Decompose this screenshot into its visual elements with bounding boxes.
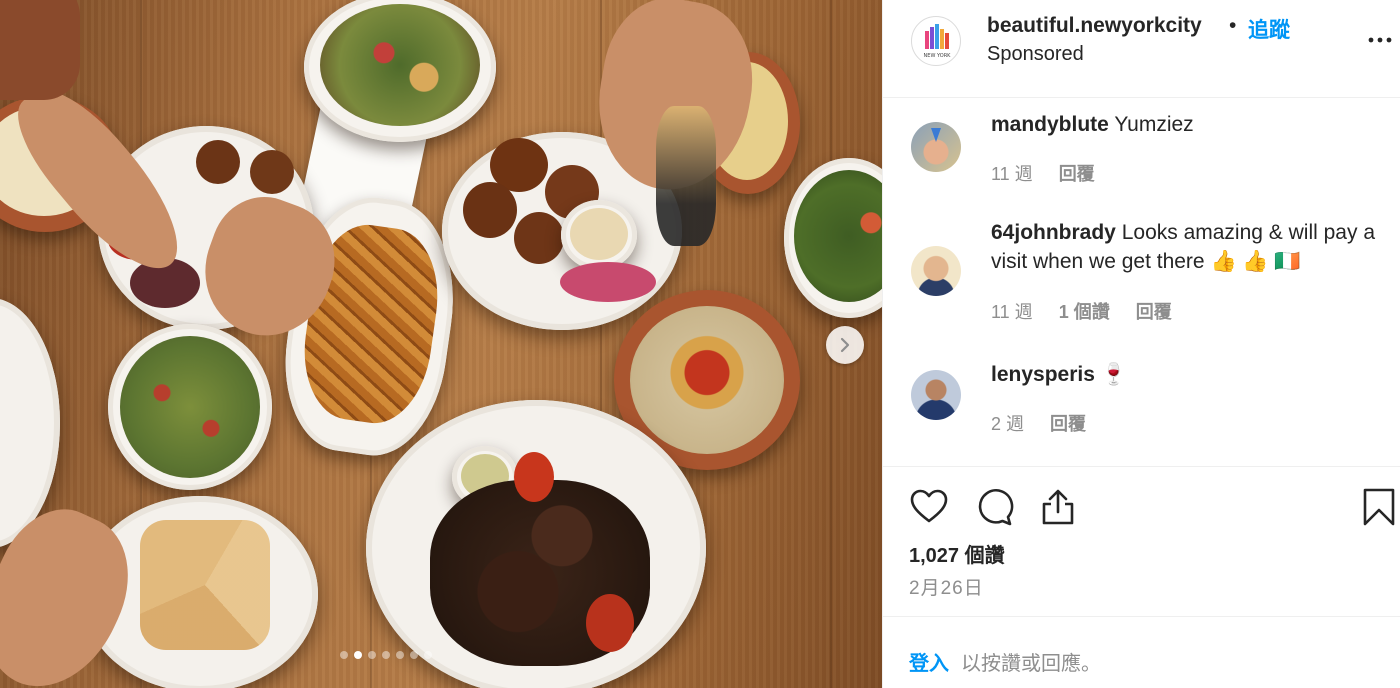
comment-meta: 11 週 1 個讚 回覆 bbox=[991, 298, 1172, 324]
separator-dot: • bbox=[1229, 14, 1237, 37]
fattoush-salad bbox=[320, 4, 480, 126]
carousel-dot bbox=[396, 651, 404, 659]
comment-text: 64johnbrady Looks amazing & will pay a v… bbox=[991, 218, 1400, 276]
account-username[interactable]: beautiful.newyorkcity bbox=[987, 14, 1202, 38]
login-prompt-text: 以按讚或回應。 bbox=[961, 653, 1101, 675]
oil-bottle bbox=[656, 106, 716, 246]
carousel-dot bbox=[354, 651, 362, 659]
comment-body: Yumziez bbox=[1108, 113, 1194, 136]
login-link[interactable]: 登入 bbox=[909, 647, 949, 676]
falafel bbox=[463, 182, 517, 238]
falafel bbox=[514, 212, 564, 264]
sponsored-label: Sponsored bbox=[987, 43, 1084, 65]
carousel-indicator bbox=[340, 651, 432, 659]
commenter-avatar[interactable] bbox=[911, 122, 961, 172]
comment-body: 🍷 bbox=[1094, 363, 1127, 386]
heart-icon[interactable] bbox=[909, 487, 949, 527]
post-header: NEW YORK beautiful.newyorkcity • 追蹤 Spon… bbox=[883, 0, 1400, 98]
carousel-dot bbox=[382, 651, 390, 659]
tahini bbox=[570, 208, 628, 260]
post-date[interactable]: 2月26日 bbox=[909, 573, 984, 600]
reply-button[interactable]: 回覆 bbox=[1136, 298, 1172, 324]
bookmark-icon[interactable] bbox=[1359, 487, 1399, 527]
comment-icon[interactable] bbox=[974, 487, 1014, 527]
comment-username[interactable]: mandyblute bbox=[991, 113, 1109, 136]
share-icon[interactable] bbox=[1038, 487, 1078, 527]
reply-button[interactable]: 回覆 bbox=[1059, 160, 1095, 186]
comment-text: lenysperis 🍷 bbox=[991, 360, 1400, 389]
commenter-avatar[interactable] bbox=[911, 370, 961, 420]
pickled-turnip bbox=[560, 262, 656, 302]
comment-item: 64johnbrady Looks amazing & will pay a v… bbox=[883, 218, 1400, 338]
chopped-salad bbox=[120, 336, 260, 478]
avatar-logo-text: NEW YORK bbox=[924, 53, 952, 59]
falafel bbox=[196, 140, 240, 184]
new-york-logo-icon: NEW YORK bbox=[924, 24, 952, 59]
comment-meta: 11 週 回覆 bbox=[991, 160, 1095, 186]
comment-meta: 2 週 回覆 bbox=[991, 410, 1086, 436]
reply-button[interactable]: 回覆 bbox=[1050, 410, 1086, 436]
carousel-dot bbox=[410, 651, 418, 659]
comment-age[interactable]: 11 週 bbox=[991, 298, 1033, 324]
comment-username[interactable]: 64johnbrady bbox=[991, 221, 1116, 244]
baba-ghanoush bbox=[630, 306, 784, 454]
grilled-tomato bbox=[586, 594, 634, 652]
post-side-panel: NEW YORK beautiful.newyorkcity • 追蹤 Spon… bbox=[882, 0, 1400, 688]
carousel-dot bbox=[340, 651, 348, 659]
comment-age[interactable]: 2 週 bbox=[991, 410, 1024, 436]
comment-age[interactable]: 11 週 bbox=[991, 160, 1033, 186]
post-actions: 1,027 個讚 2月26日 bbox=[883, 466, 1400, 616]
grilled-pepper bbox=[514, 452, 554, 502]
carousel-next-button[interactable] bbox=[826, 326, 864, 364]
follow-button[interactable]: 追蹤 bbox=[1248, 14, 1290, 44]
party-hat-icon bbox=[931, 128, 941, 142]
comment-likes[interactable]: 1 個讚 bbox=[1059, 298, 1110, 324]
more-options-icon[interactable] bbox=[1367, 28, 1393, 52]
commenter-avatar[interactable] bbox=[911, 246, 961, 296]
falafel bbox=[250, 150, 294, 194]
post-media-image[interactable] bbox=[0, 0, 882, 688]
sleeve bbox=[0, 0, 80, 100]
login-prompt: 登入 以按讚或回應。 bbox=[883, 616, 1400, 688]
carousel-dot bbox=[424, 651, 432, 659]
carousel-dot bbox=[368, 651, 376, 659]
comment-item: mandyblute Yumziez 11 週 回覆 bbox=[883, 110, 1400, 210]
sambusak bbox=[140, 520, 270, 650]
comment-text: mandyblute Yumziez bbox=[991, 110, 1400, 139]
likes-count[interactable]: 1,027 個讚 bbox=[909, 539, 1005, 568]
comment-item: lenysperis 🍷 2 週 回覆 bbox=[883, 358, 1400, 448]
chevron-right-icon bbox=[840, 337, 850, 353]
account-avatar[interactable]: NEW YORK bbox=[911, 16, 961, 66]
comment-username[interactable]: lenysperis bbox=[991, 363, 1095, 386]
